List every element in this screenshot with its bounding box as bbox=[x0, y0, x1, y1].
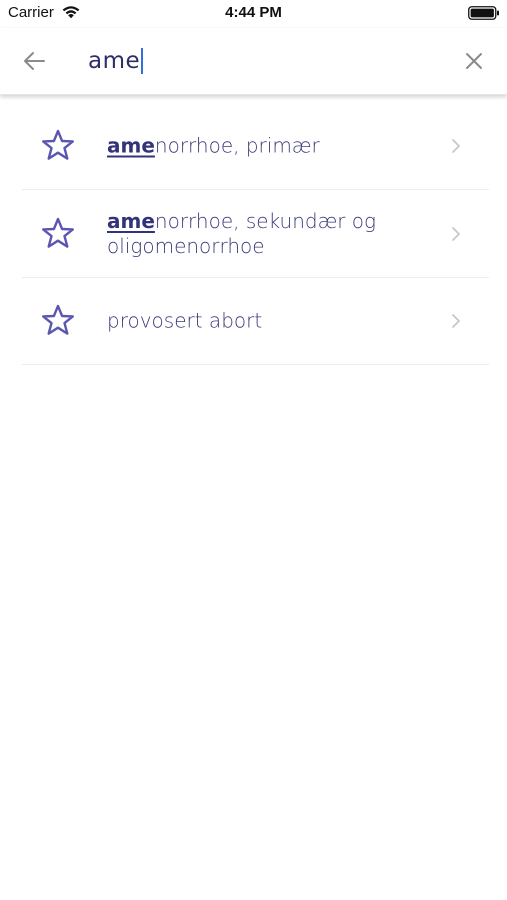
result-title: amenorrhoe, primær bbox=[107, 134, 449, 159]
search-input[interactable]: ame bbox=[88, 44, 144, 78]
status-bar: Carrier 4:44 PM bbox=[0, 0, 507, 28]
chevron-right-icon bbox=[452, 226, 460, 241]
search-input-value[interactable]: ame bbox=[88, 48, 140, 74]
clear-search-button[interactable] bbox=[459, 46, 489, 76]
battery-icon bbox=[468, 6, 499, 20]
result-rest: norrhoe, primær bbox=[154, 133, 320, 158]
result-rest: provosert abort bbox=[107, 308, 263, 333]
result-title: amenorrhoe, sekundær og oligomenorrhoe bbox=[107, 209, 449, 259]
text-caret bbox=[141, 48, 144, 74]
arrow-left-icon bbox=[24, 52, 45, 70]
chevron-right-icon bbox=[452, 139, 460, 153]
back-button[interactable] bbox=[18, 45, 50, 77]
chevron-right-icon bbox=[452, 314, 460, 328]
star-icon[interactable] bbox=[40, 216, 76, 252]
result-title: provosert abort bbox=[107, 309, 449, 334]
star-icon[interactable] bbox=[40, 128, 76, 164]
close-icon bbox=[466, 53, 482, 69]
results-list: amenorrhoe, primær amenorrhoe, sekundær … bbox=[22, 103, 489, 365]
list-item[interactable]: amenorrhoe, primær bbox=[22, 103, 489, 190]
list-item[interactable]: provosert abort bbox=[22, 278, 489, 365]
status-time: 4:44 PM bbox=[225, 4, 282, 21]
list-item[interactable]: amenorrhoe, sekundær og oligomenorrhoe bbox=[22, 190, 489, 278]
star-icon[interactable] bbox=[40, 303, 76, 339]
result-match: ame bbox=[107, 133, 155, 158]
result-match: ame bbox=[107, 208, 155, 233]
search-bar: ame bbox=[0, 28, 507, 95]
